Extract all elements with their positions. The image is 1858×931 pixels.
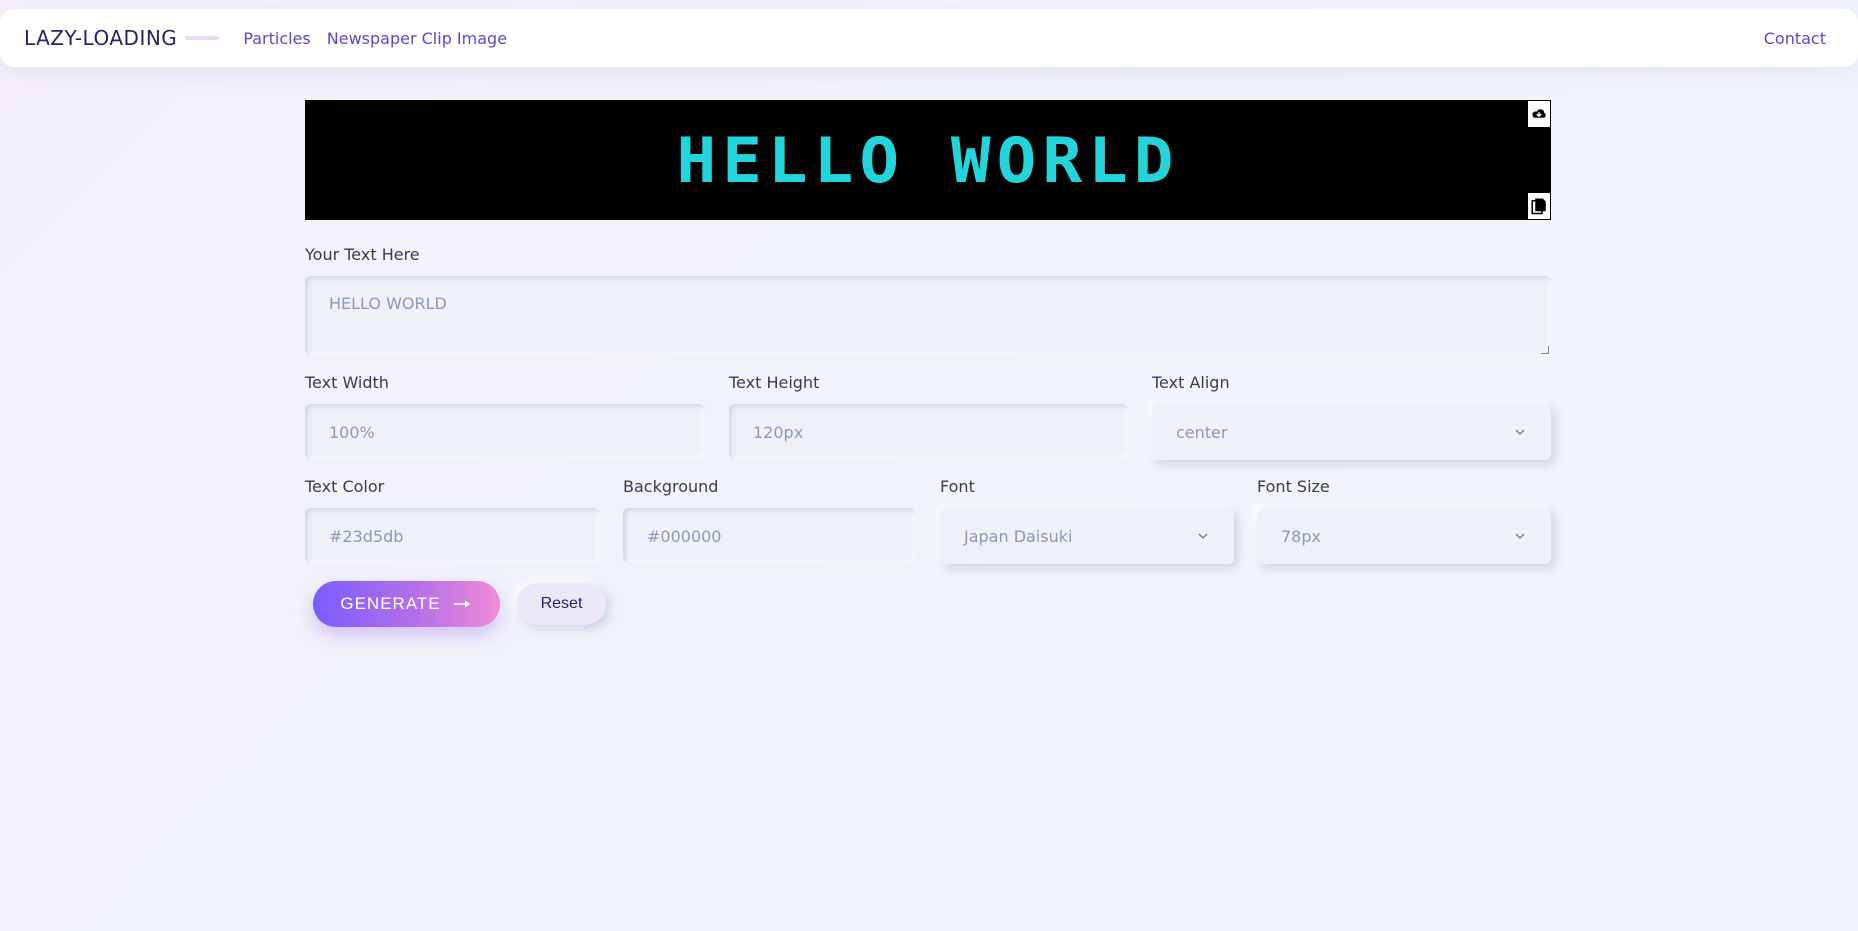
text-height-label: Text Height bbox=[729, 373, 820, 392]
text-image-preview: HELLO WORLD bbox=[305, 100, 1551, 220]
copy-button[interactable] bbox=[1527, 192, 1551, 220]
background-label: Background bbox=[623, 477, 719, 496]
reset-button[interactable]: Reset bbox=[517, 583, 606, 625]
text-width-placeholder: 100% bbox=[329, 422, 375, 442]
preview-text: HELLO WORLD bbox=[676, 123, 1180, 197]
text-input-placeholder: HELLO WORLD bbox=[329, 294, 447, 313]
text-width-label: Text Width bbox=[305, 373, 389, 392]
text-color-placeholder: #23d5db bbox=[329, 526, 404, 546]
background-input[interactable]: #000000 bbox=[623, 508, 916, 564]
text-color-label: Text Color bbox=[305, 477, 385, 496]
background-placeholder: #000000 bbox=[647, 526, 722, 546]
generate-button[interactable]: GENERATE bbox=[313, 581, 500, 627]
chevron-down-icon bbox=[1198, 533, 1208, 539]
generate-button-label: GENERATE bbox=[340, 594, 441, 613]
text-input-label: Your Text Here bbox=[305, 245, 420, 264]
text-height-placeholder: 120px bbox=[753, 422, 804, 442]
brand-name[interactable]: LAZY-LOADING bbox=[24, 26, 177, 50]
text-color-input[interactable]: #23d5db bbox=[305, 508, 599, 564]
arrow-right-icon bbox=[453, 600, 470, 608]
nav-link-contact[interactable]: Contact bbox=[1764, 29, 1826, 48]
text-align-select[interactable]: center bbox=[1152, 404, 1551, 460]
text-width-input[interactable]: 100% bbox=[305, 404, 705, 460]
font-size-select[interactable]: 78px bbox=[1257, 508, 1551, 564]
text-input[interactable]: HELLO WORLD bbox=[305, 276, 1551, 356]
chevron-down-icon bbox=[1515, 429, 1525, 435]
font-size-value: 78px bbox=[1281, 526, 1321, 546]
font-size-label: Font Size bbox=[1257, 477, 1330, 496]
font-label: Font bbox=[940, 477, 975, 496]
nav-link-newspaper-clip-image[interactable]: Newspaper Clip Image bbox=[327, 29, 507, 48]
text-height-input[interactable]: 120px bbox=[729, 404, 1128, 460]
resize-handle[interactable] bbox=[1541, 346, 1549, 354]
brand-logo[interactable]: LAZY-LOADING bbox=[24, 26, 220, 50]
download-button[interactable] bbox=[1527, 100, 1551, 128]
font-select[interactable]: Japan Daisuki bbox=[940, 508, 1234, 564]
font-value: Japan Daisuki bbox=[964, 526, 1073, 546]
nav-link-particles[interactable]: Particles bbox=[243, 29, 310, 48]
text-align-label: Text Align bbox=[1152, 373, 1230, 392]
brand-underline bbox=[185, 36, 220, 40]
chevron-down-icon bbox=[1515, 533, 1525, 539]
text-align-value: center bbox=[1176, 422, 1228, 442]
copy-icon bbox=[1531, 198, 1546, 215]
navbar: LAZY-LOADING Particles Newspaper Clip Im… bbox=[0, 9, 1858, 67]
cloud-download-icon bbox=[1532, 109, 1546, 118]
